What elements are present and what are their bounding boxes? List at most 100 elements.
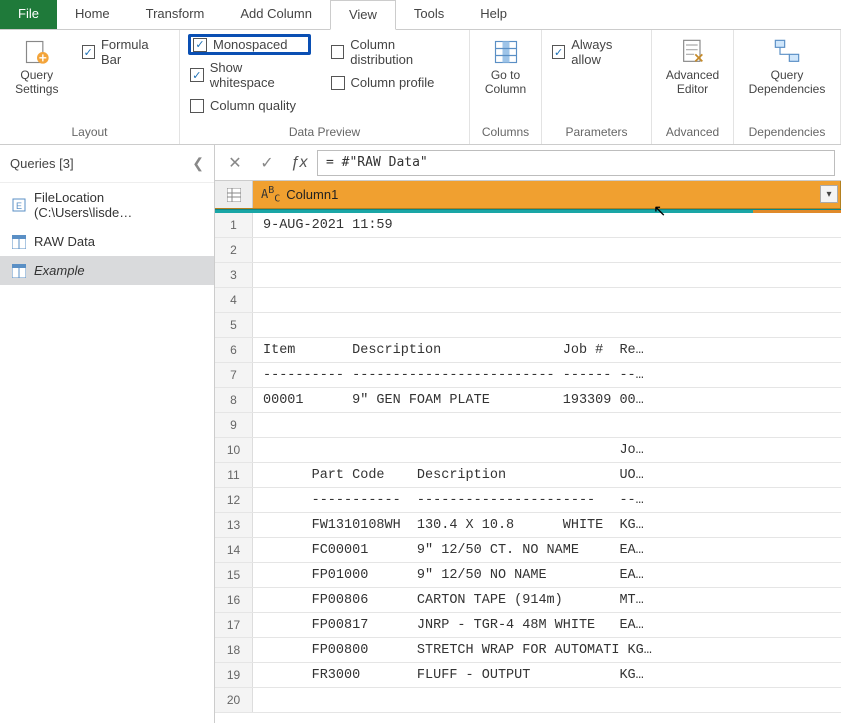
goto-column-button[interactable]: Go to Column	[478, 34, 533, 100]
cell[interactable]	[253, 313, 841, 337]
query-item-0[interactable]: EFileLocation (C:\Users\lisde…	[0, 183, 214, 227]
row-number[interactable]: 14	[215, 538, 253, 562]
row-number[interactable]: 10	[215, 438, 253, 462]
row-number[interactable]: 3	[215, 263, 253, 287]
cell[interactable]: Jo…	[253, 438, 841, 462]
column-profile-checkbox[interactable]: Column profile	[329, 72, 461, 93]
table-row[interactable]: 5	[215, 313, 841, 338]
table-row[interactable]: 16 FP00806 CARTON TAPE (914m) MT…	[215, 588, 841, 613]
table-row[interactable]: 13 FW1310108WH 130.4 X 10.8 WHITE KG…	[215, 513, 841, 538]
table-row[interactable]: 2	[215, 238, 841, 263]
row-number[interactable]: 19	[215, 663, 253, 687]
query-dependencies-label: Query Dependencies	[749, 68, 826, 96]
table-row[interactable]: 10 Jo…	[215, 438, 841, 463]
table-row[interactable]: 4	[215, 288, 841, 313]
row-number[interactable]: 18	[215, 638, 253, 662]
row-number[interactable]: 4	[215, 288, 253, 312]
query-item-2[interactable]: Example	[0, 256, 214, 285]
table-row[interactable]: 14 FC00001 9" 12/50 CT. NO NAME EA…	[215, 538, 841, 563]
table-icon	[12, 264, 26, 278]
queries-header: Queries [3] ❮	[0, 145, 214, 183]
fx-icon[interactable]: ƒx	[285, 150, 313, 176]
cell[interactable]: 00001 9" GEN FOAM PLATE 193309 00…	[253, 388, 841, 412]
row-number[interactable]: 5	[215, 313, 253, 337]
row-number[interactable]: 13	[215, 513, 253, 537]
cell[interactable]	[253, 263, 841, 287]
row-number[interactable]: 16	[215, 588, 253, 612]
cell[interactable]: FP01000 9" 12/50 NO NAME EA…	[253, 563, 841, 587]
row-number[interactable]: 20	[215, 688, 253, 712]
cell[interactable]: FP00817 JNRP - TGR-4 48M WHITE EA…	[253, 613, 841, 637]
column-header-column1[interactable]: ABC Column1 ▾	[253, 181, 841, 208]
group-label-data-preview: Data Preview	[188, 123, 461, 142]
show-whitespace-checkbox[interactable]: Show whitespace	[188, 57, 311, 93]
cell[interactable]: FW1310108WH 130.4 X 10.8 WHITE KG…	[253, 513, 841, 537]
checkbox-icon	[190, 99, 204, 113]
collapse-queries-icon[interactable]: ❮	[192, 155, 204, 172]
checkbox-icon	[82, 45, 95, 59]
table-row[interactable]: 6Item Description Job # Re…	[215, 338, 841, 363]
cell[interactable]: FP00806 CARTON TAPE (914m) MT…	[253, 588, 841, 612]
cell[interactable]	[253, 238, 841, 262]
monospaced-checkbox[interactable]: Monospaced	[188, 34, 311, 55]
table-row[interactable]: 9	[215, 413, 841, 438]
table-row[interactable]: 11 Part Code Description UO…	[215, 463, 841, 488]
query-settings-button[interactable]: Query Settings	[8, 34, 66, 100]
always-allow-checkbox[interactable]: Always allow	[550, 34, 643, 70]
table-row[interactable]: 3	[215, 263, 841, 288]
tab-file[interactable]: File	[0, 0, 57, 29]
row-number[interactable]: 6	[215, 338, 253, 362]
row-number[interactable]: 12	[215, 488, 253, 512]
formula-accept-button[interactable]: ✓	[253, 150, 281, 176]
table-row[interactable]: 20	[215, 688, 841, 713]
cell[interactable]: FP00800 STRETCH WRAP FOR AUTOMATI KG…	[253, 638, 841, 662]
cell[interactable]	[253, 413, 841, 437]
grid-header: ABC Column1 ▾	[215, 181, 841, 209]
table-row[interactable]: 12 ----------- ---------------------- --…	[215, 488, 841, 513]
column-filter-dropdown[interactable]: ▾	[820, 185, 838, 203]
table-row[interactable]: 15 FP01000 9" 12/50 NO NAME EA…	[215, 563, 841, 588]
main-pane: ✕ ✓ ƒx ABC Column1 ▾ 19-AUG-2021 11:5923…	[215, 145, 841, 723]
advanced-editor-button[interactable]: Advanced Editor	[663, 34, 723, 100]
table-row[interactable]: 19-AUG-2021 11:59	[215, 213, 841, 238]
tab-transform[interactable]: Transform	[128, 0, 223, 29]
formula-cancel-button[interactable]: ✕	[221, 150, 249, 176]
table-row[interactable]: 17 FP00817 JNRP - TGR-4 48M WHITE EA…	[215, 613, 841, 638]
cell[interactable]: Item Description Job # Re…	[253, 338, 841, 362]
table-corner-button[interactable]	[215, 181, 253, 208]
row-number[interactable]: 17	[215, 613, 253, 637]
row-number[interactable]: 9	[215, 413, 253, 437]
query-item-label: RAW Data	[34, 234, 95, 249]
row-number[interactable]: 7	[215, 363, 253, 387]
cell[interactable]	[253, 688, 841, 712]
row-number[interactable]: 2	[215, 238, 253, 262]
formula-input[interactable]	[317, 150, 835, 176]
row-number[interactable]: 1	[215, 213, 253, 237]
table-row[interactable]: 7---------- ------------------------- --…	[215, 363, 841, 388]
always-allow-label: Always allow	[571, 37, 641, 67]
query-item-1[interactable]: RAW Data	[0, 227, 214, 256]
checkbox-icon	[331, 45, 345, 59]
query-dependencies-button[interactable]: Query Dependencies	[742, 34, 832, 100]
tab-view[interactable]: View	[330, 0, 396, 30]
table-row[interactable]: 18 FP00800 STRETCH WRAP FOR AUTOMATI KG…	[215, 638, 841, 663]
tab-home[interactable]: Home	[57, 0, 128, 29]
cell[interactable]: FR3000 FLUFF - OUTPUT KG…	[253, 663, 841, 687]
cell[interactable]: ---------- ------------------------- ---…	[253, 363, 841, 387]
cell[interactable]: Part Code Description UO…	[253, 463, 841, 487]
cell[interactable]: 9-AUG-2021 11:59	[253, 213, 841, 237]
column-quality-checkbox[interactable]: Column quality	[188, 95, 311, 116]
formula-bar-checkbox[interactable]: Formula Bar	[80, 34, 171, 70]
tab-add-column[interactable]: Add Column	[222, 0, 330, 29]
row-number[interactable]: 11	[215, 463, 253, 487]
table-row[interactable]: 800001 9" GEN FOAM PLATE 193309 00…	[215, 388, 841, 413]
row-number[interactable]: 8	[215, 388, 253, 412]
tab-tools[interactable]: Tools	[396, 0, 462, 29]
tab-help[interactable]: Help	[462, 0, 525, 29]
cell[interactable]: ----------- ---------------------- --…	[253, 488, 841, 512]
column-distribution-checkbox[interactable]: Column distribution	[329, 34, 461, 70]
cell[interactable]: FC00001 9" 12/50 CT. NO NAME EA…	[253, 538, 841, 562]
row-number[interactable]: 15	[215, 563, 253, 587]
cell[interactable]	[253, 288, 841, 312]
table-row[interactable]: 19 FR3000 FLUFF - OUTPUT KG…	[215, 663, 841, 688]
